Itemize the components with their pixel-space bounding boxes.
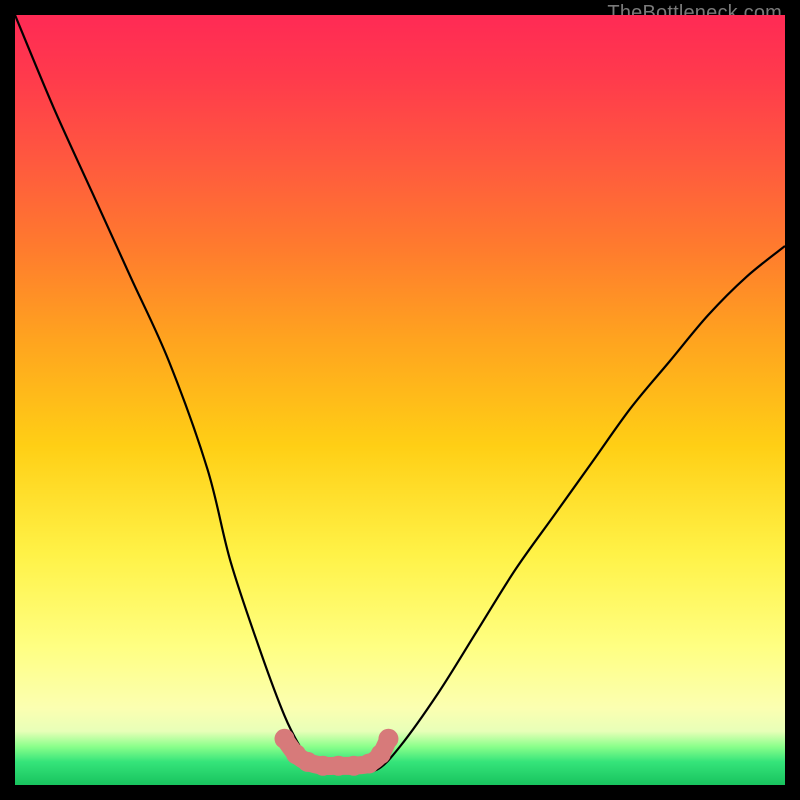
plot-area (15, 15, 785, 785)
bottleneck-chart (15, 15, 785, 785)
floor-bead (378, 729, 398, 749)
chart-frame: TheBottleneck.com (0, 0, 800, 800)
bottleneck-curve-path (15, 15, 785, 771)
